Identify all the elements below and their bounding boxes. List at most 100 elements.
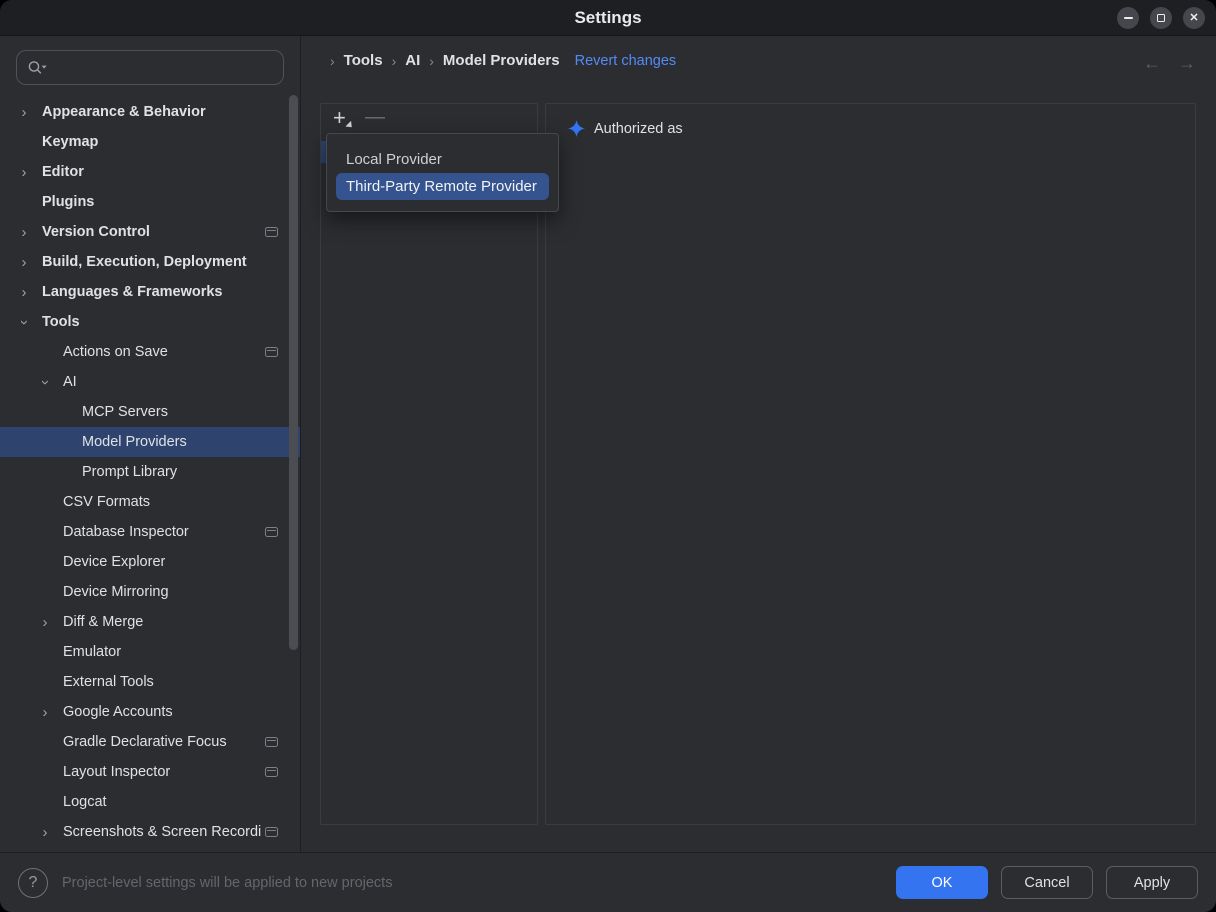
tree-item-label: Editor <box>42 164 84 180</box>
menu-item-label: Local Provider <box>346 151 442 168</box>
breadcrumb-link[interactable]: Tools <box>344 52 383 69</box>
tree-item[interactable]: Logcat <box>0 787 300 817</box>
tree-item[interactable]: MCP Servers <box>0 397 300 427</box>
authorized-as-row: Authorized as <box>568 120 683 137</box>
add-provider-button[interactable]: + <box>333 106 357 132</box>
tree-item-label: Emulator <box>63 644 121 660</box>
breadcrumb-separator-icon: › <box>330 53 335 69</box>
tree-item[interactable]: Layout Inspector <box>0 757 300 787</box>
tree-item[interactable]: Actions on Save <box>0 337 300 367</box>
tree-item-label: Gradle Declarative Focus <box>63 734 227 750</box>
chevron-icon <box>16 254 32 271</box>
history-nav: ← → <box>1143 54 1196 72</box>
tree-item-label: Google Accounts <box>63 704 173 720</box>
tree-item[interactable]: Tools <box>0 307 300 337</box>
tree-item[interactable]: Editor <box>0 157 300 187</box>
tree-item[interactable]: Version Control <box>0 217 300 247</box>
tree-item-label: Layout Inspector <box>63 764 170 780</box>
minimize-button[interactable] <box>1117 7 1139 29</box>
menu-item-label: Third-Party Remote Provider <box>346 178 537 195</box>
tree-item-label: External Tools <box>63 674 154 690</box>
tree-item[interactable]: Database Inspector <box>0 517 300 547</box>
search-icon <box>27 59 47 76</box>
tree-item-label: Plugins <box>42 194 94 210</box>
window-controls: ✕ <box>1117 7 1205 29</box>
apply-button[interactable]: Apply <box>1106 866 1198 899</box>
tree-item[interactable]: Device Mirroring <box>0 577 300 607</box>
maximize-button[interactable] <box>1150 7 1172 29</box>
tree-item-label: CSV Formats <box>63 494 150 510</box>
tree-item[interactable]: Languages & Frameworks <box>0 277 300 307</box>
chevron-icon <box>37 614 53 631</box>
non-project-settings-icon <box>265 827 278 837</box>
tree-item[interactable]: Appearance & Behavior <box>0 97 300 127</box>
chevron-icon <box>16 224 32 241</box>
breadcrumb-link[interactable]: AI <box>405 52 420 69</box>
help-button[interactable]: ? <box>18 868 48 898</box>
tree-item-label: MCP Servers <box>82 404 168 420</box>
tree-item[interactable]: Device Explorer <box>0 547 300 577</box>
search-input[interactable] <box>53 60 275 76</box>
tree-item[interactable]: Diff & Merge <box>0 607 300 637</box>
chevron-icon <box>16 284 32 301</box>
tree-item[interactable]: Keymap <box>0 127 300 157</box>
search-caret-icon <box>42 66 47 69</box>
tree-item[interactable]: Google Accounts <box>0 697 300 727</box>
tree-item[interactable]: Build, Execution, Deployment <box>0 247 300 277</box>
settings-tree: Appearance & Behavior Keymap Editor <box>0 97 300 847</box>
sidebar-scrollbar[interactable] <box>289 95 298 650</box>
settings-sidebar: Appearance & Behavior Keymap Editor <box>0 36 301 852</box>
tree-item-label: Logcat <box>63 794 107 810</box>
tree-item[interactable]: Gradle Declarative Focus <box>0 727 300 757</box>
tree-item-label: Model Providers <box>82 434 187 450</box>
breadcrumb-segment: › AI <box>383 52 421 69</box>
chevron-icon <box>37 704 53 721</box>
remove-provider-button[interactable]: — <box>365 106 389 132</box>
tree-item-label: Version Control <box>42 224 150 240</box>
providers-toolbar: + — <box>333 106 389 132</box>
tree-item-label: Build, Execution, Deployment <box>42 254 247 270</box>
breadcrumb-link[interactable]: Model Providers <box>443 52 560 69</box>
tree-item-label: AI <box>63 374 77 390</box>
settings-main: › Tools › AI › Model Providers <box>301 36 1216 852</box>
non-project-settings-icon <box>265 347 278 357</box>
chevron-icon <box>16 104 32 121</box>
maximize-icon <box>1157 14 1165 22</box>
ai-sparkle-icon <box>568 120 585 137</box>
cancel-button[interactable]: Cancel <box>1001 866 1093 899</box>
tree-item[interactable]: Emulator <box>0 637 300 667</box>
ok-button[interactable]: OK <box>896 866 988 899</box>
tree-item-label: Screenshots & Screen Recordi <box>63 824 261 840</box>
tree-item-label: Diff & Merge <box>63 614 143 630</box>
close-button[interactable]: ✕ <box>1183 7 1205 29</box>
tree-item[interactable]: Plugins <box>0 187 300 217</box>
help-icon: ? <box>29 874 38 892</box>
breadcrumb-separator-icon: › <box>429 53 434 69</box>
tree-item-label: Tools <box>42 314 80 330</box>
tree-item[interactable]: Prompt Library <box>0 457 300 487</box>
minimize-icon <box>1124 17 1133 19</box>
revert-changes-link[interactable]: Revert changes <box>575 53 677 69</box>
non-project-settings-icon <box>265 527 278 537</box>
tree-item[interactable]: Screenshots & Screen Recordi <box>0 817 300 847</box>
tree-item[interactable]: Model Providers <box>0 427 300 457</box>
chevron-icon <box>16 164 32 181</box>
tree-item-label: Device Explorer <box>63 554 165 570</box>
menu-item[interactable]: Third-Party Remote Provider <box>336 173 549 200</box>
tree-item[interactable]: CSV Formats <box>0 487 300 517</box>
menu-item[interactable]: Local Provider <box>336 146 549 173</box>
settings-search-box[interactable] <box>16 50 284 85</box>
tree-item[interactable]: External Tools <box>0 667 300 697</box>
minus-icon: — <box>365 106 385 128</box>
forward-icon[interactable]: → <box>1178 54 1196 72</box>
close-icon: ✕ <box>1189 13 1198 24</box>
back-icon[interactable]: ← <box>1143 54 1161 72</box>
tree-item[interactable]: AI <box>0 367 300 397</box>
tree-item-label: Device Mirroring <box>63 584 169 600</box>
non-project-settings-icon <box>265 227 278 237</box>
breadcrumb-segment: › Tools <box>321 52 383 69</box>
chevron-icon <box>37 824 53 841</box>
breadcrumb: › Tools › AI › Model Providers <box>321 52 676 69</box>
tree-item-label: Actions on Save <box>63 344 168 360</box>
footer-hint: Project-level settings will be applied t… <box>62 875 392 891</box>
